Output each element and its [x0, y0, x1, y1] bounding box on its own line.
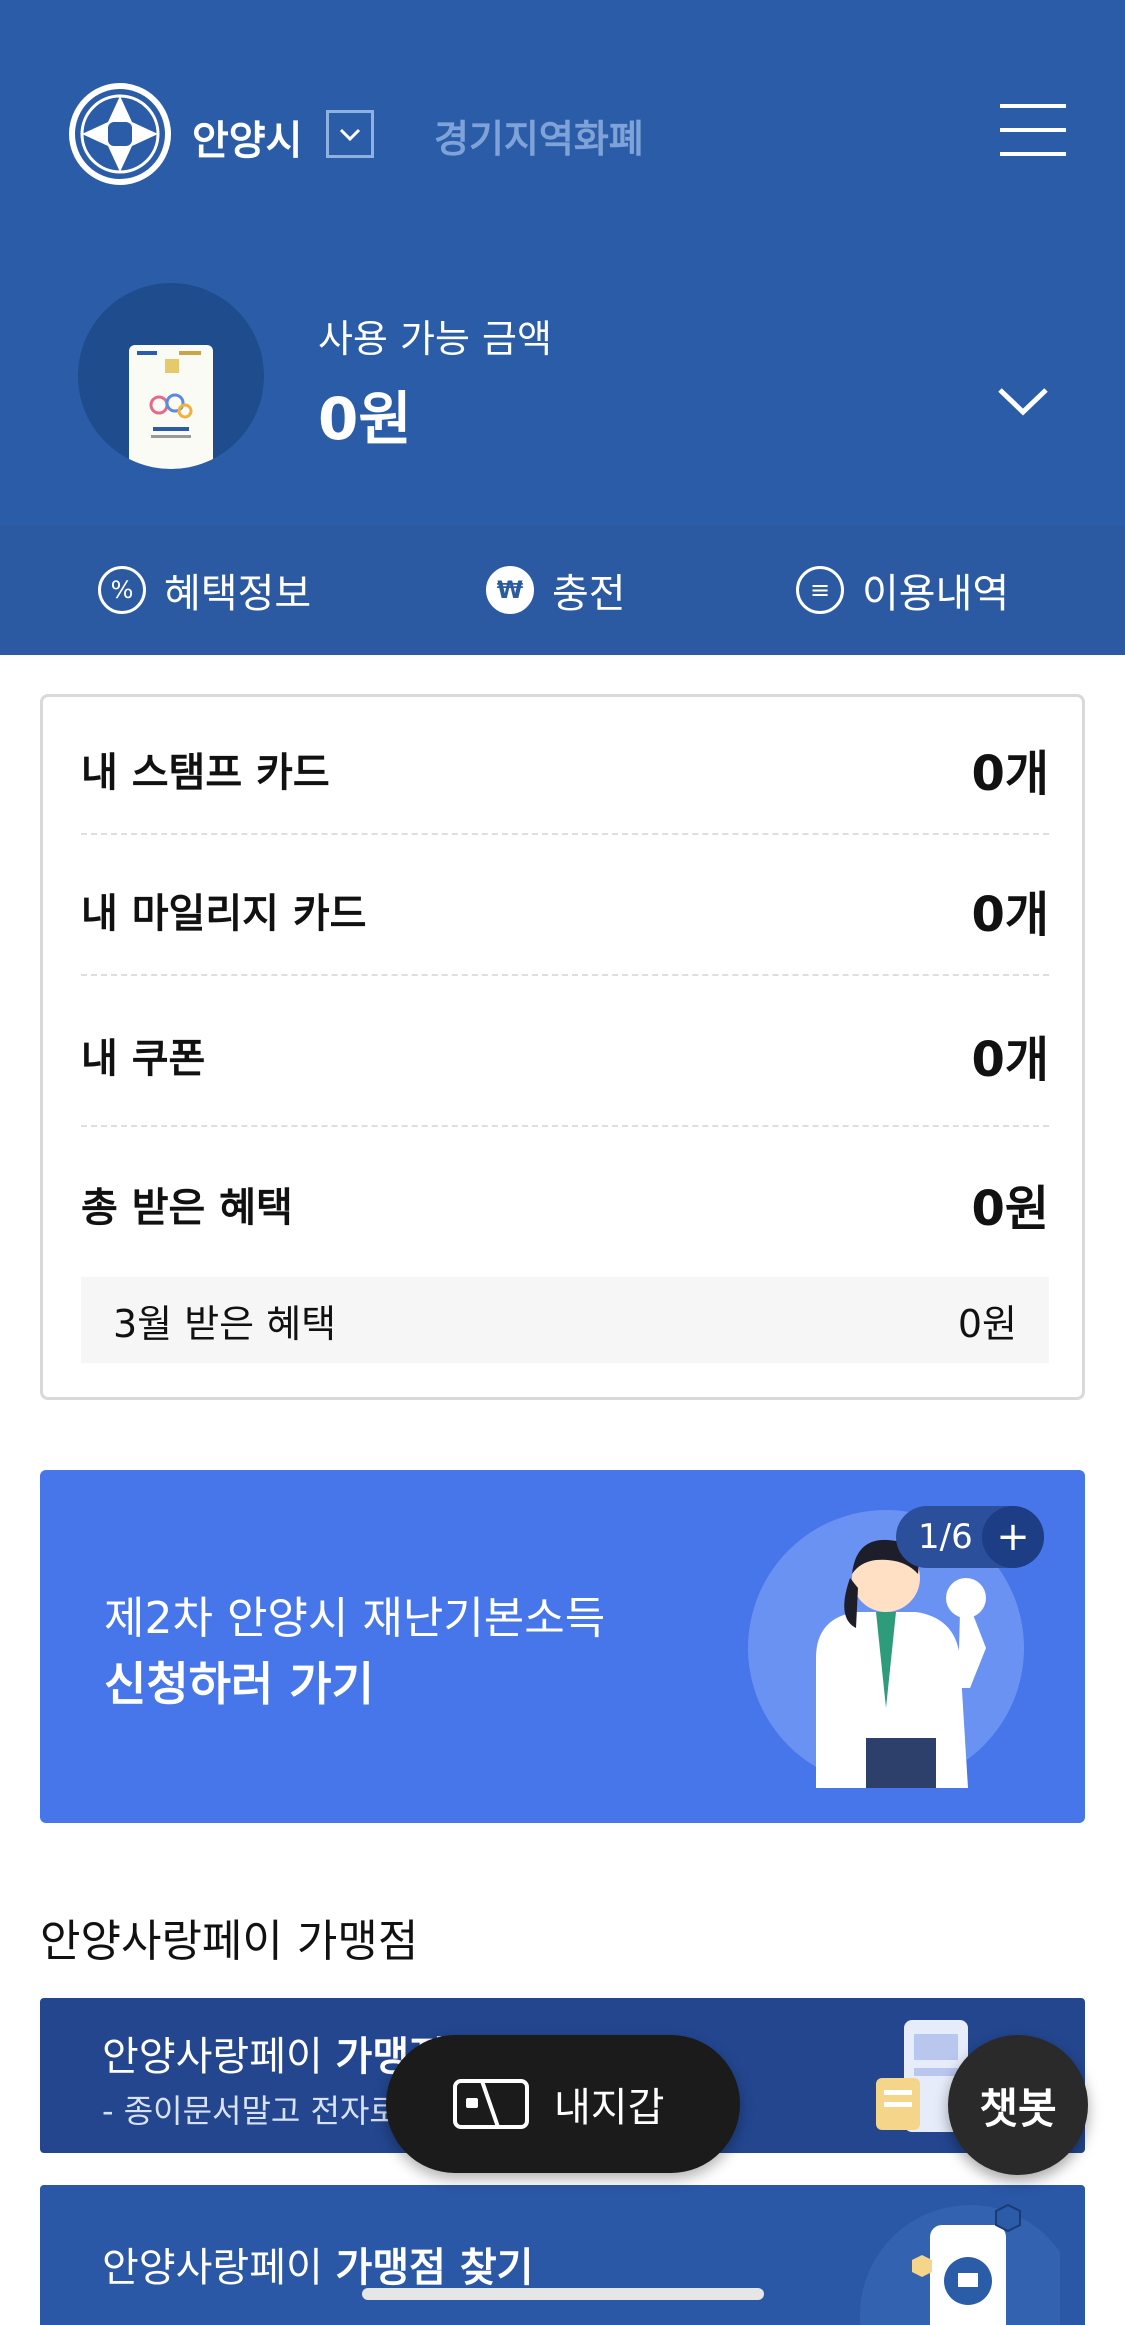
promo-prefix: 안양사랑페이 [102, 2245, 336, 2291]
balance-amount: 0원 [318, 385, 412, 453]
coupon-row[interactable]: 내 쿠폰 0개 [81, 1025, 1049, 1088]
banner-cta: 신청하러 가기 [104, 1657, 374, 1711]
mileage-card-row[interactable]: 내 마일리지 카드 0개 [81, 880, 1049, 943]
stamp-card-row[interactable]: 내 스탬프 카드 0개 [81, 739, 1049, 802]
chatbot-button[interactable]: 챗봇 [948, 2035, 1088, 2175]
banner-pager[interactable]: 1/6 + [896, 1506, 1044, 1568]
city-name[interactable]: 안양시 [192, 108, 302, 166]
plus-icon[interactable]: + [982, 1506, 1044, 1568]
percent-icon: % [98, 566, 146, 614]
app-header: 안양시 경기지역화폐 사용 가능 금액 0원 [0, 0, 1125, 525]
history-label: 이용내역 [862, 571, 1010, 617]
hamburger-menu-icon[interactable] [1000, 104, 1066, 160]
won-icon: ₩ [486, 566, 534, 614]
my-wallet-button[interactable]: 내지갑 [386, 2035, 740, 2173]
row-value: 0개 [971, 887, 1049, 943]
list-icon: ≡ [796, 566, 844, 614]
total-benefit-row[interactable]: 총 받은 혜택 0원 [81, 1174, 1049, 1237]
chevron-down-icon [339, 128, 361, 142]
row-label: 내 스탬프 카드 [81, 750, 330, 796]
benefit-summary-card: 내 스탬프 카드 0개 내 마일리지 카드 0개 내 쿠폰 0개 총 받은 혜택… [40, 694, 1085, 1400]
city-logo-icon[interactable] [68, 82, 172, 186]
benefit-info-button[interactable]: % 혜택정보 [98, 561, 311, 619]
row-value: 0개 [971, 746, 1049, 802]
quick-menu-bar: % 혜택정보 ₩ 충전 ≡ 이용내역 [0, 525, 1125, 655]
merchant-section-title: 안양사랑페이 가맹점 [40, 1916, 419, 1967]
chevron-down-icon[interactable] [996, 384, 1050, 418]
row-label: 내 쿠폰 [81, 1036, 206, 1082]
region-currency-link[interactable]: 경기지역화폐 [434, 108, 644, 163]
monthly-benefit-value: 0원 [957, 1301, 1017, 1346]
row-value: 0개 [971, 1032, 1049, 1088]
monthly-benefit-label: 3월 받은 혜택 [113, 1301, 337, 1346]
banner-title: 제2차 안양시 재난기본소득 [104, 1593, 606, 1644]
charge-label: 충전 [552, 571, 626, 617]
pager-text: 1/6 [918, 1517, 973, 1557]
divider [81, 1125, 1049, 1127]
wallet-icon [453, 2079, 529, 2129]
card-image [129, 345, 213, 469]
row-label: 총 받은 혜택 [81, 1185, 293, 1231]
wallet-label: 내지갑 [554, 2085, 665, 2131]
promo-prefix: 안양사랑페이 [102, 2034, 336, 2080]
balance-label: 사용 가능 금액 [318, 317, 552, 361]
home-indicator [362, 2288, 764, 2300]
merchant-find-banner[interactable]: 안양사랑페이 가맹점 찾기 [40, 2185, 1085, 2325]
row-label: 내 마일리지 카드 [81, 891, 367, 937]
promo-bold: 가맹점 찾기 [335, 2245, 534, 2291]
store-locator-icon [860, 2203, 1060, 2325]
city-dropdown-button[interactable] [326, 110, 374, 158]
promo-title: 안양사랑페이 가맹점 찾기 [102, 2235, 533, 2293]
card-thumbnail[interactable] [78, 283, 264, 469]
divider [81, 974, 1049, 976]
benefit-info-label: 혜택정보 [164, 571, 312, 617]
monthly-benefit-row: 3월 받은 혜택 0원 [81, 1277, 1049, 1363]
divider [81, 833, 1049, 835]
history-button[interactable]: ≡ 이용내역 [796, 561, 1009, 619]
row-value: 0원 [971, 1181, 1049, 1237]
disaster-income-banner[interactable]: 제2차 안양시 재난기본소득 신청하러 가기 1/6 + [40, 1470, 1085, 1823]
charge-button[interactable]: ₩ 충전 [486, 561, 626, 619]
